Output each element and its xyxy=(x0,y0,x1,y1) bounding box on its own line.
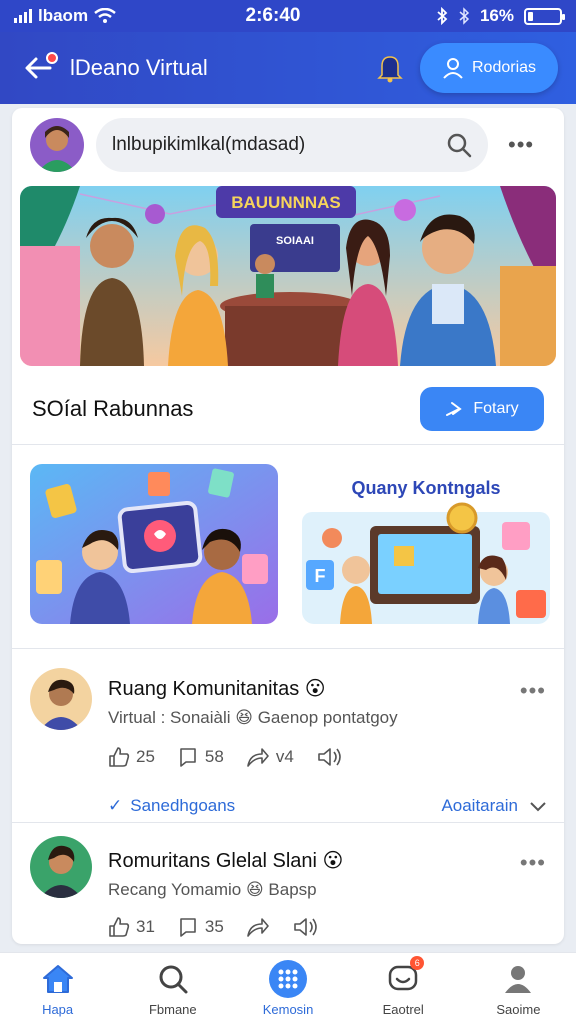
share-icon xyxy=(247,918,269,937)
divider xyxy=(12,648,564,649)
post-avatar[interactable] xyxy=(30,668,92,730)
post-link-left[interactable]: Sanedhgoans xyxy=(130,796,235,816)
nav-profile[interactable]: Saoime xyxy=(461,953,576,1024)
emoji-icon: 😮 xyxy=(322,850,344,872)
nav-search[interactable]: Fbmane xyxy=(115,953,230,1024)
comment-button[interactable]: 58 xyxy=(177,746,224,768)
audio-button[interactable] xyxy=(316,746,344,768)
post-title: Ruang Komunitanitas xyxy=(108,678,300,700)
chevron-down-icon[interactable] xyxy=(528,799,548,813)
nav-home[interactable]: Hapa xyxy=(0,953,115,1024)
sound-icon xyxy=(318,748,341,766)
banner-sign-text: BAUUNNNAS xyxy=(231,193,341,212)
sound-icon xyxy=(294,918,317,936)
home-icon xyxy=(39,960,77,998)
comment-icon xyxy=(180,918,196,937)
more-options-icon[interactable]: ••• xyxy=(520,678,546,704)
search-icon[interactable] xyxy=(446,132,472,158)
like-count: 31 xyxy=(136,917,155,936)
more-options-icon[interactable]: ••• xyxy=(520,850,546,876)
thumbs-up-icon xyxy=(109,747,130,767)
share-count: v4 xyxy=(275,747,294,766)
nav-chat[interactable]: 6 Eaotrel xyxy=(346,953,461,1024)
svg-text:F: F xyxy=(315,566,326,586)
battery-percent: 16% xyxy=(479,6,514,25)
nav-label: Kemosin xyxy=(262,1002,314,1017)
comment-icon xyxy=(180,748,196,767)
comment-button[interactable]: 35 xyxy=(177,916,224,938)
media-tile-image[interactable] xyxy=(30,464,278,624)
audio-button[interactable] xyxy=(292,916,320,938)
bell-button[interactable] xyxy=(372,50,408,86)
back-button[interactable] xyxy=(18,48,58,88)
post-item[interactable]: Ruang Komunitanitas 😮 ••• Virtual : Sona… xyxy=(12,664,564,820)
status-bar: lbaom 2:6:40 16% xyxy=(0,0,576,32)
carrier-label: lbaom xyxy=(38,6,89,25)
app-header: lDeano Virtual Rodorias xyxy=(0,32,576,104)
post-author-name: Ruang Komunitanitas 😮 xyxy=(108,676,326,701)
bluetooth-icon xyxy=(437,7,448,25)
post-author-name: Romuritans Glelal Slani 😮 xyxy=(108,848,343,873)
section-action-button[interactable]: Fotary xyxy=(420,387,544,431)
signal-icon xyxy=(14,9,32,23)
emoji-icon: 😮 xyxy=(304,678,326,700)
tile-title: Quany Kontngals xyxy=(351,478,501,498)
bottom-nav: Hapa Fbmane Kemosin 6 Eaotrel Saoime xyxy=(0,952,576,1024)
nav-label: Fbmane xyxy=(148,1002,197,1017)
like-button[interactable]: 25 xyxy=(108,746,155,768)
post-actions: 31 35 xyxy=(108,916,320,938)
post-avatar[interactable] xyxy=(30,836,92,898)
clock: 2:6:40 xyxy=(245,5,301,26)
check-icon: ✓ xyxy=(108,796,123,815)
media-tile-quiz[interactable]: Quany Kontngals F xyxy=(302,464,550,624)
search-icon xyxy=(154,960,192,998)
share-icon xyxy=(247,748,269,767)
profile-icon xyxy=(499,960,537,998)
section-title: SOíal Rabunnas xyxy=(32,396,194,421)
share-button[interactable] xyxy=(246,916,270,938)
post-item[interactable]: Romuritans Glelal Slani 😮 ••• Recang Yom… xyxy=(12,834,564,944)
like-button[interactable]: 31 xyxy=(108,916,155,938)
community-banner-image: BAUUNNNAS SOIAAI xyxy=(20,186,556,366)
comment-count: 58 xyxy=(204,747,224,766)
divider xyxy=(12,444,564,445)
section-header: SOíal Rabunnas Fotary xyxy=(12,378,564,440)
search-value: lnlbupikimlkal(mdasad) xyxy=(112,134,306,155)
bluetooth-alt-icon xyxy=(459,7,470,25)
divider xyxy=(12,822,564,823)
arrow-right-icon xyxy=(446,402,463,416)
search-input[interactable]: lnlbupikimlkal(mdasad) xyxy=(96,118,488,172)
user-avatar[interactable] xyxy=(30,118,84,172)
user-icon xyxy=(443,58,463,79)
thumbs-up-icon xyxy=(109,917,130,937)
bell-icon xyxy=(377,56,403,83)
post-actions: 25 58 v4 xyxy=(108,746,344,768)
wifi-icon xyxy=(94,8,116,23)
search-row: lnlbupikimlkal(mdasad) ••• xyxy=(12,108,564,182)
post-subtitle: Recang Yomamio 😆 Bapsp xyxy=(108,880,317,899)
page-title: lDeano Virtual xyxy=(70,55,208,80)
nav-label: Hapa xyxy=(42,1002,74,1017)
profile-action-button[interactable]: Rodorias xyxy=(420,43,558,93)
nav-label: Eaotrel xyxy=(382,1002,424,1017)
post-title: Romuritans Glelal Slani xyxy=(108,850,317,872)
notification-badge: 6 xyxy=(410,956,425,970)
chat-icon: 6 xyxy=(384,956,425,998)
more-options-icon[interactable]: ••• xyxy=(508,132,534,158)
section-action-label: Fotary xyxy=(473,400,519,417)
nav-apps[interactable]: Kemosin xyxy=(230,953,345,1024)
profile-action-label: Rodorias xyxy=(471,59,537,76)
nav-label: Saoime xyxy=(496,1002,541,1017)
feed-card: lnlbupikimlkal(mdasad) ••• BAUUNNNAS SOI… xyxy=(12,108,564,944)
battery-icon xyxy=(524,7,565,25)
share-button[interactable]: v4 xyxy=(246,746,294,768)
like-count: 25 xyxy=(136,747,155,766)
post-subtitle: Virtual : Sonaiàli 😆 Gaenop pontatgoy xyxy=(108,708,398,727)
grid-icon xyxy=(269,960,307,998)
banner-screen-text: SOIAAI xyxy=(276,235,314,247)
comment-count: 35 xyxy=(204,917,224,936)
post-link-right[interactable]: Aoaitarain xyxy=(441,796,518,816)
notification-dot xyxy=(46,52,58,64)
post-links: ✓ Sanedhgoans Aoaitarain xyxy=(108,796,548,816)
